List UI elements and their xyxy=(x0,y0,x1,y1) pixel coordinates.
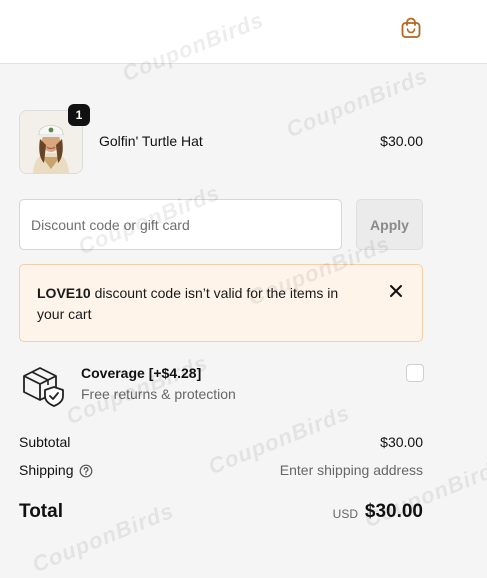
checkout-header xyxy=(0,0,487,64)
discount-code: LOVE10 xyxy=(37,285,91,301)
product-name: Golfin' Turtle Hat xyxy=(99,133,203,149)
subtotal-value: $30.00 xyxy=(380,434,423,450)
currency-code: USD xyxy=(332,507,358,521)
package-shield-icon xyxy=(23,367,64,407)
coverage-subtitle: Free returns & protection xyxy=(81,386,236,402)
question-circle-icon[interactable] xyxy=(79,464,93,478)
shopping-bag-icon[interactable] xyxy=(399,16,423,40)
product-price: $30.00 xyxy=(380,133,423,149)
coverage-title: Coverage [+$4.28] xyxy=(81,365,202,381)
coverage-checkbox[interactable] xyxy=(406,364,424,382)
quantity-badge: 1 xyxy=(68,104,90,126)
total-value: $30.00 xyxy=(364,501,423,522)
error-message: LOVE10 discount code isn’t valid for the… xyxy=(37,283,357,325)
shipping-value: Enter shipping address xyxy=(279,462,423,478)
close-icon[interactable] xyxy=(386,281,406,301)
discount-error-banner: LOVE10 discount code isn’t valid for the… xyxy=(19,264,423,342)
apply-discount-button[interactable]: Apply xyxy=(356,199,423,250)
total-label: Total xyxy=(19,501,63,522)
cart-line-item: 1 Golfin' Turtle Hat $30.00 xyxy=(19,104,423,174)
subtotal-label: Subtotal xyxy=(19,434,71,450)
shipping-label: Shipping xyxy=(19,462,74,478)
discount-code-input[interactable] xyxy=(19,199,342,250)
